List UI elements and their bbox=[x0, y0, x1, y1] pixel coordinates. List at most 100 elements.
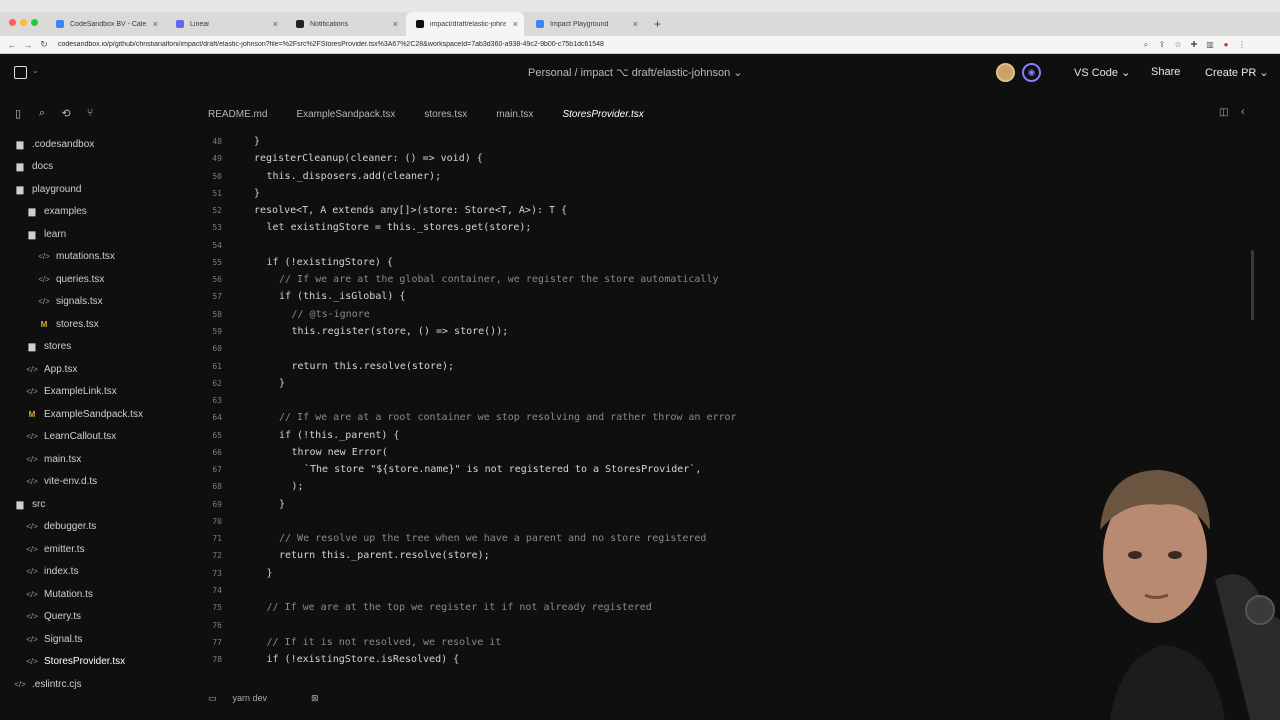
line-number: 77 bbox=[212, 637, 222, 647]
file-tree-label: signals.tsx bbox=[56, 296, 103, 307]
file-tree-item[interactable]: </> emitter.ts bbox=[26, 539, 84, 559]
line-number: 72 bbox=[212, 551, 222, 561]
avatar[interactable] bbox=[996, 63, 1015, 82]
file-tree-item[interactable]: </> signals.tsx bbox=[38, 292, 103, 312]
editor-tab[interactable]: ExampleSandpack.tsx bbox=[296, 109, 395, 120]
forward-icon[interactable]: → bbox=[20, 40, 36, 50]
browser-tab[interactable]: Notifications × bbox=[286, 12, 404, 36]
file-tree-label: stores bbox=[44, 341, 72, 352]
code-line: } bbox=[266, 567, 273, 579]
editor-scrollbar[interactable] bbox=[1251, 250, 1254, 320]
minimize-window-button[interactable] bbox=[20, 19, 27, 26]
close-tab-icon[interactable]: × bbox=[513, 19, 518, 29]
code-line: return this.resolve(store); bbox=[291, 360, 455, 372]
line-number: 67 bbox=[212, 465, 222, 475]
back-icon[interactable]: ← bbox=[4, 40, 20, 50]
file-tree-label: mutations.tsx bbox=[56, 251, 115, 262]
new-tab-button[interactable]: + bbox=[654, 12, 661, 36]
zoom-icon[interactable]: ⌕ bbox=[1138, 40, 1154, 50]
new-terminal-icon[interactable]: ⊠ bbox=[311, 693, 319, 704]
browser-tab[interactable]: CodeSandbox BV - Calendar × bbox=[46, 12, 164, 36]
editor-tab[interactable]: README.md bbox=[208, 109, 267, 120]
file-tree-item[interactable]: </> Query.ts bbox=[26, 607, 81, 627]
profile-icon[interactable]: ● bbox=[1218, 40, 1234, 49]
extensions-icon[interactable]: ✚ bbox=[1186, 40, 1202, 49]
file-tree-item[interactable]: </> debugger.ts bbox=[26, 517, 96, 537]
code-file-icon: </> bbox=[26, 567, 38, 576]
file-tree-item[interactable]: </> LearnCallout.tsx bbox=[26, 427, 116, 447]
file-tree-item[interactable]: </> App.tsx bbox=[26, 359, 77, 379]
search-icon[interactable]: ⌕ bbox=[36, 107, 48, 120]
close-tab-icon[interactable]: × bbox=[273, 19, 278, 29]
line-number: 74 bbox=[212, 586, 222, 596]
file-tree-item[interactable]: M ExampleSandpack.tsx bbox=[26, 404, 143, 424]
run-icon[interactable]: ⟲ bbox=[60, 107, 72, 120]
file-tree-item[interactable]: </> mutations.tsx bbox=[38, 247, 115, 267]
browser-tab[interactable]: impact/draft/elastic-johnson × bbox=[406, 12, 524, 36]
maximize-window-button[interactable] bbox=[31, 19, 38, 26]
code-line: } bbox=[279, 498, 286, 510]
reload-icon[interactable]: ↻ bbox=[36, 39, 52, 50]
bookmark-icon[interactable]: ☆ bbox=[1170, 40, 1186, 49]
open-in-vscode-button[interactable]: VS Code ⌄ bbox=[1074, 66, 1130, 79]
file-tree-item[interactable]: </> Signal.ts bbox=[26, 629, 82, 649]
close-window-button[interactable] bbox=[9, 19, 16, 26]
file-tree-item[interactable]: </> main.tsx bbox=[26, 449, 81, 469]
modified-file-icon: M bbox=[28, 409, 36, 419]
file-tree-item[interactable]: ▆ src bbox=[14, 494, 46, 514]
file-tree-item[interactable]: ▆ examples bbox=[26, 202, 87, 222]
file-tree-item[interactable]: ▆ learn bbox=[26, 224, 67, 244]
editor-tab[interactable]: stores.tsx bbox=[424, 109, 467, 120]
split-editor-icon[interactable]: ◫ bbox=[1219, 107, 1228, 118]
line-number: 66 bbox=[212, 447, 222, 457]
chevron-down-icon[interactable]: ⌄ bbox=[32, 66, 39, 75]
file-tree-item[interactable]: ▆ stores bbox=[26, 337, 72, 357]
browser-menu-icon[interactable]: ⋮ bbox=[1234, 40, 1250, 49]
share-button[interactable]: Share bbox=[1151, 66, 1180, 78]
file-tree-item[interactable]: </> .eslintrc.cjs bbox=[14, 674, 81, 694]
code-comment: // If it is not resolved, we resolve it bbox=[266, 636, 502, 648]
file-tree-item[interactable]: ▆ playground bbox=[14, 179, 82, 199]
collapse-panel-icon[interactable]: ‹ bbox=[1241, 106, 1245, 118]
share-page-icon[interactable]: ⇪ bbox=[1154, 40, 1170, 49]
line-number: 58 bbox=[212, 309, 222, 319]
tab-label: Notifications bbox=[310, 20, 349, 28]
url-field[interactable]: codesandbox.io/p/github/christianalfoni/… bbox=[58, 41, 1138, 48]
git-branch-icon[interactable]: ⑂ bbox=[84, 107, 96, 120]
close-tab-icon[interactable]: × bbox=[393, 19, 398, 29]
file-tree-label: Signal.ts bbox=[44, 633, 83, 645]
file-tree-item[interactable]: ▆ .codesandbox bbox=[14, 134, 95, 154]
tab-favicon-icon bbox=[56, 20, 64, 28]
code-line: this.register(store, () => store()); bbox=[291, 325, 509, 337]
codesandbox-logo[interactable] bbox=[14, 66, 27, 79]
line-number: 53 bbox=[212, 223, 222, 233]
browser-tab[interactable]: Linear × bbox=[166, 12, 284, 36]
code-file-icon: </> bbox=[26, 544, 38, 554]
browser-titlebar bbox=[0, 0, 1280, 12]
tab-label: CodeSandbox BV - Calendar bbox=[70, 20, 146, 28]
file-tree-item[interactable]: </> queries.tsx bbox=[38, 269, 104, 289]
file-tree-item[interactable]: </> StoresProvider.tsx bbox=[26, 652, 125, 672]
close-tab-icon[interactable]: × bbox=[633, 19, 638, 29]
create-pr-button[interactable]: Create PR ⌄ bbox=[1205, 66, 1269, 79]
browser-tab[interactable]: Impact Playground × bbox=[526, 12, 644, 36]
close-tab-icon[interactable]: × bbox=[153, 19, 158, 29]
branch-selector[interactable]: Personal / impact ⌥ draft/elastic-johnso… bbox=[528, 66, 742, 79]
file-tree-item[interactable]: </> vite-env.d.ts bbox=[26, 472, 97, 492]
file-tree-item[interactable]: </> ExampleLink.tsx bbox=[26, 382, 117, 402]
code-line: ); bbox=[291, 481, 304, 493]
editor-tab[interactable]: main.tsx bbox=[496, 109, 533, 120]
collaborator-icon[interactable]: ◉ bbox=[1022, 63, 1041, 82]
file-tree-item[interactable]: </> index.ts bbox=[26, 562, 78, 582]
sidepanel-icon[interactable]: ▥ bbox=[1202, 40, 1218, 49]
file-tree-label: StoresProvider.tsx bbox=[44, 656, 126, 667]
file-tree-item[interactable]: </> Mutation.ts bbox=[26, 584, 93, 604]
tab-label: Impact Playground bbox=[550, 20, 609, 28]
terminal-tab[interactable]: yarn dev bbox=[233, 693, 268, 703]
files-icon[interactable]: ▯ bbox=[12, 107, 24, 120]
code-file-icon: </> bbox=[26, 589, 38, 599]
code-line: if (this._isGlobal) { bbox=[279, 291, 406, 303]
file-tree-item[interactable]: ▆ docs bbox=[14, 157, 54, 177]
editor-tab[interactable]: StoresProvider.tsx bbox=[562, 109, 643, 120]
file-tree-item[interactable]: Mstores.tsx bbox=[38, 314, 99, 334]
